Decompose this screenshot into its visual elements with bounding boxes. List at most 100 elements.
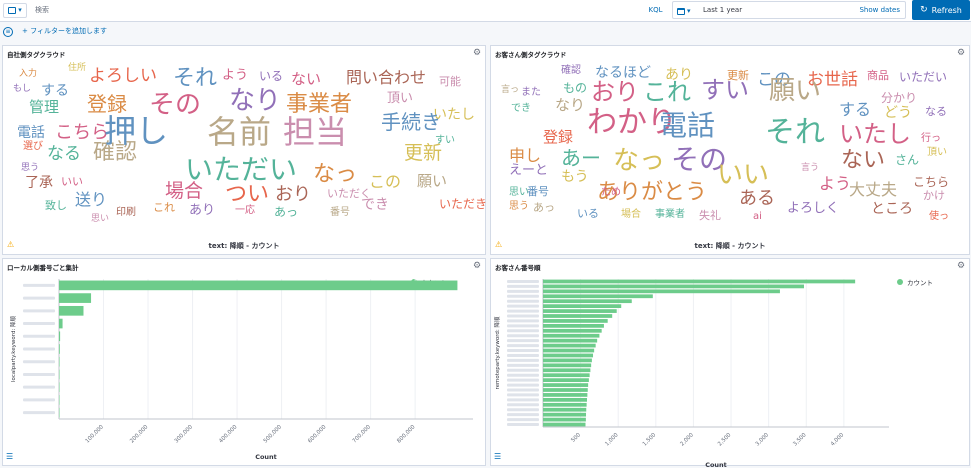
cloud-word[interactable]: あー: [561, 148, 601, 168]
cloud-word[interactable]: もの: [563, 82, 587, 94]
cloud-word[interactable]: ため: [601, 188, 621, 198]
cloud-word[interactable]: こちら: [913, 176, 949, 188]
cloud-word[interactable]: 思い: [509, 188, 529, 198]
cloud-word[interactable]: いる: [577, 208, 599, 219]
cloud-word[interactable]: 言っ: [501, 86, 519, 95]
cloud-word[interactable]: つい: [225, 184, 269, 206]
cloud-word[interactable]: ai: [753, 212, 762, 222]
cloud-word[interactable]: よう: [222, 69, 248, 82]
cloud-word[interactable]: ある: [739, 190, 775, 208]
cloud-word[interactable]: 登録: [543, 130, 573, 145]
cloud-word[interactable]: 致し: [45, 200, 67, 211]
cloud-word[interactable]: する: [839, 102, 871, 118]
cloud-word[interactable]: それ: [173, 68, 217, 90]
cloud-word[interactable]: おり: [591, 80, 639, 104]
cloud-word[interactable]: なり: [229, 88, 281, 114]
cloud-word[interactable]: 番号: [330, 208, 350, 218]
cloud-word[interactable]: この: [369, 174, 401, 190]
cloud-word[interactable]: えーと: [509, 164, 548, 177]
cloud-word[interactable]: あり: [189, 204, 215, 217]
cloud-word[interactable]: 商品: [867, 70, 889, 81]
cloud-word[interactable]: 印刷: [116, 208, 136, 218]
cloud-word[interactable]: 登録: [87, 94, 127, 114]
cloud-word[interactable]: 手続き: [381, 112, 441, 132]
cloud-word[interactable]: 入力: [19, 70, 37, 79]
cloud-word[interactable]: いただき: [439, 198, 487, 210]
cloud-word[interactable]: どう: [884, 106, 912, 120]
cloud-word[interactable]: 分かり: [881, 92, 917, 104]
cloud-word[interactable]: それ: [765, 118, 825, 148]
cloud-word[interactable]: ない: [841, 150, 885, 172]
cloud-word[interactable]: なっ: [613, 148, 665, 174]
cloud-word[interactable]: 申し: [509, 148, 541, 164]
cloud-word[interactable]: 願い: [769, 78, 821, 104]
cloud-word[interactable]: また: [521, 88, 541, 98]
date-picker[interactable]: ▾ Last 1 year Show dates: [672, 1, 906, 19]
cloud-word[interactable]: 番号: [527, 186, 549, 197]
cloud-word[interactable]: 可能: [439, 76, 461, 87]
cloud-word[interactable]: 送り: [75, 192, 107, 208]
cloud-word[interactable]: これ: [643, 80, 691, 104]
cloud-word[interactable]: いい: [61, 176, 83, 187]
cloud-word[interactable]: 担当: [283, 116, 347, 148]
cloud-word[interactable]: よろしい: [89, 68, 157, 85]
cloud-word[interactable]: 思う: [509, 202, 529, 212]
cloud-word[interactable]: いただい: [899, 71, 947, 83]
cloud-word[interactable]: 言う: [801, 164, 819, 173]
cloud-word[interactable]: もし: [13, 85, 31, 94]
cloud-word[interactable]: あっ: [274, 206, 298, 218]
cloud-word[interactable]: よう: [819, 176, 851, 192]
cloud-word[interactable]: 思う: [21, 164, 39, 173]
cloud-word[interactable]: 了承: [25, 176, 53, 190]
cloud-word[interactable]: 願い: [417, 174, 447, 189]
cloud-word[interactable]: なる: [47, 146, 81, 163]
gear-icon[interactable]: ⚙: [956, 48, 966, 58]
cloud-word[interactable]: 事業者: [655, 210, 685, 220]
cloud-word[interactable]: 名前: [207, 116, 271, 148]
cloud-word[interactable]: 行っ: [921, 134, 941, 144]
cloud-word[interactable]: 一応: [235, 206, 255, 216]
cloud-word[interactable]: いる: [259, 70, 283, 82]
cloud-word[interactable]: なる: [925, 106, 947, 117]
cloud-word[interactable]: 場合: [621, 210, 641, 220]
cloud-word[interactable]: かけ: [923, 190, 945, 201]
gear-icon[interactable]: ⚙: [472, 48, 482, 58]
cloud-word[interactable]: 更新: [404, 144, 442, 163]
cloud-word[interactable]: すい: [701, 78, 749, 102]
refresh-button[interactable]: ↻ Refresh: [912, 0, 970, 20]
cloud-word[interactable]: 場合: [165, 182, 203, 201]
cloud-word[interactable]: 問い合わせ: [346, 70, 426, 86]
cloud-word[interactable]: あっ: [533, 202, 555, 213]
cloud-word[interactable]: いい: [717, 162, 769, 188]
cloud-word[interactable]: さん: [895, 154, 919, 166]
cloud-word[interactable]: 管理: [29, 100, 59, 115]
saved-query-button[interactable]: ▾: [3, 3, 27, 18]
cloud-word[interactable]: よろしく: [787, 202, 839, 215]
cloud-word[interactable]: 確認: [561, 66, 581, 76]
query-language-button[interactable]: KQL: [643, 1, 668, 19]
cloud-word[interactable]: でき: [361, 198, 389, 212]
add-filter-link[interactable]: + フィルターを追加します: [22, 25, 107, 37]
cloud-word[interactable]: いたし: [839, 122, 911, 146]
legend-toggle-icon[interactable]: ☰: [6, 452, 13, 462]
cloud-word[interactable]: 大丈夫: [849, 182, 897, 198]
cloud-word[interactable]: ない: [291, 72, 321, 87]
cloud-word[interactable]: 使っ: [929, 212, 949, 222]
cloud-word[interactable]: もう: [561, 170, 589, 184]
cloud-word[interactable]: 思い: [91, 215, 109, 224]
cloud-word[interactable]: 押し: [104, 115, 168, 147]
cloud-word[interactable]: おり: [275, 186, 311, 204]
show-dates-link[interactable]: Show dates: [859, 2, 900, 18]
filter-options-icon[interactable]: ≡: [3, 27, 13, 37]
search-input[interactable]: 検索: [29, 1, 668, 19]
cloud-word[interactable]: でき: [511, 104, 531, 114]
cloud-word[interactable]: なっ: [313, 164, 357, 186]
cloud-word[interactable]: 頂い: [927, 148, 947, 158]
cloud-word[interactable]: なり: [555, 98, 585, 113]
cloud-word[interactable]: する: [41, 84, 69, 98]
cloud-word[interactable]: 電話: [659, 112, 715, 140]
cloud-word[interactable]: ところ: [871, 202, 913, 216]
cloud-word[interactable]: 電話: [17, 126, 45, 140]
cloud-word[interactable]: 住所: [68, 64, 86, 73]
cloud-word[interactable]: 失礼: [699, 210, 721, 221]
